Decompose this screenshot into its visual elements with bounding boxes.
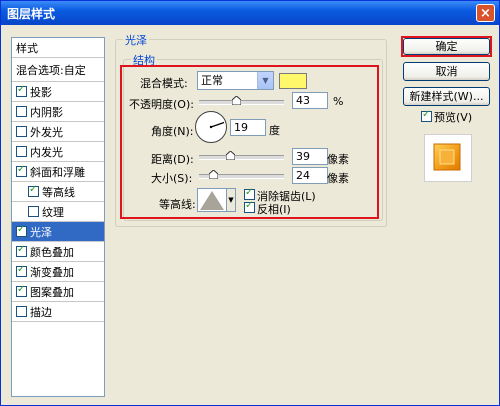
sidebar-item-label: 斜面和浮雕 bbox=[30, 165, 85, 179]
sidebar-item[interactable]: 图案叠加 bbox=[12, 282, 104, 302]
sidebar-item-label: 投影 bbox=[30, 85, 52, 99]
styles-header-label: 样式 bbox=[16, 41, 38, 55]
sidebar-item[interactable]: 斜面和浮雕 bbox=[12, 162, 104, 182]
distance-label: 距离(D): bbox=[151, 153, 194, 166]
sidebar-item-checkbox[interactable] bbox=[28, 184, 39, 197]
contour-curve-icon bbox=[200, 191, 224, 210]
sidebar-item[interactable]: 光泽 bbox=[12, 222, 104, 242]
opacity-slider-track[interactable] bbox=[199, 100, 284, 105]
sidebar-item[interactable]: 纹理 bbox=[12, 202, 104, 222]
antialias-checkbox[interactable] bbox=[244, 187, 255, 200]
sidebar-item[interactable]: 颜色叠加 bbox=[12, 242, 104, 262]
sidebar-item-checkbox[interactable] bbox=[16, 224, 27, 237]
blend-mode-value: 正常 bbox=[201, 74, 223, 87]
angle-dial-needle bbox=[209, 121, 225, 129]
distance-slider-thumb[interactable] bbox=[226, 151, 235, 160]
blend-options-label: 混合选项:自定 bbox=[16, 63, 86, 77]
style-preview-thumbnail bbox=[424, 134, 472, 182]
sidebar-item-checkbox[interactable] bbox=[16, 146, 27, 157]
sidebar-item-checkbox[interactable] bbox=[16, 306, 27, 317]
new-style-button[interactable]: 新建样式(W)... bbox=[403, 87, 490, 106]
sidebar-item[interactable]: 等高线 bbox=[12, 182, 104, 202]
sidebar-item-label: 渐变叠加 bbox=[30, 265, 74, 279]
angle-label: 角度(N): bbox=[151, 125, 194, 138]
angle-unit: 度 bbox=[269, 124, 280, 137]
close-button[interactable]: × bbox=[476, 4, 495, 22]
invert-label: 反相(I) bbox=[257, 203, 291, 216]
sidebar-item-label: 颜色叠加 bbox=[30, 245, 74, 259]
sidebar-item-checkbox[interactable] bbox=[16, 244, 27, 257]
sidebar-item-checkbox[interactable] bbox=[16, 106, 27, 117]
blend-options-item[interactable]: 混合选项:自定 bbox=[12, 58, 104, 82]
satin-color-swatch[interactable] bbox=[279, 73, 307, 89]
preview-checkbox[interactable] bbox=[421, 109, 432, 122]
chevron-down-icon: ▼ bbox=[257, 72, 273, 89]
size-unit: 像素 bbox=[327, 172, 349, 185]
sidebar-item-label: 纹理 bbox=[42, 205, 64, 219]
sidebar-item[interactable]: 内发光 bbox=[12, 142, 104, 162]
sidebar-item-label: 外发光 bbox=[30, 125, 63, 139]
blend-mode-label: 混合模式: bbox=[140, 77, 188, 90]
sidebar-item-checkbox[interactable] bbox=[28, 206, 39, 217]
title-bar[interactable]: 图层样式 × bbox=[1, 1, 499, 25]
sidebar-item-checkbox[interactable] bbox=[16, 284, 27, 297]
contour-dropdown-arrow[interactable]: ▼ bbox=[227, 188, 236, 212]
opacity-input[interactable]: 43 bbox=[292, 92, 328, 109]
sidebar-item-label: 内发光 bbox=[30, 145, 63, 159]
opacity-unit: % bbox=[333, 95, 344, 108]
sidebar-item[interactable]: 投影 bbox=[12, 82, 104, 102]
sidebar-item-label: 图案叠加 bbox=[30, 285, 74, 299]
sidebar-item-label: 内阴影 bbox=[30, 105, 63, 119]
sidebar-item[interactable]: 渐变叠加 bbox=[12, 262, 104, 282]
preview-label: 预览(V) bbox=[434, 111, 473, 124]
distance-unit: 像素 bbox=[327, 153, 349, 166]
styles-list: 样式 混合选项:自定 投影内阴影外发光内发光斜面和浮雕等高线纹理光泽颜色叠加渐变… bbox=[11, 37, 105, 397]
sidebar-item-label: 光泽 bbox=[30, 225, 52, 239]
sidebar-item[interactable]: 描边 bbox=[12, 302, 104, 322]
sidebar-item-checkbox[interactable] bbox=[16, 126, 27, 137]
sidebar-item[interactable]: 内阴影 bbox=[12, 102, 104, 122]
styles-header: 样式 bbox=[12, 38, 104, 58]
preview-swatch-icon bbox=[433, 143, 461, 171]
contour-picker[interactable] bbox=[197, 188, 227, 212]
satin-group-title: 光泽 bbox=[123, 32, 149, 48]
opacity-slider-thumb[interactable] bbox=[232, 96, 241, 105]
cancel-button[interactable]: 取消 bbox=[403, 62, 490, 81]
sidebar-item-checkbox[interactable] bbox=[16, 264, 27, 277]
invert-checkbox[interactable] bbox=[244, 200, 255, 213]
window-title: 图层样式 bbox=[7, 7, 56, 21]
angle-input[interactable]: 19 bbox=[230, 119, 266, 136]
opacity-label: 不透明度(O): bbox=[129, 98, 194, 111]
sidebar-item[interactable]: 外发光 bbox=[12, 122, 104, 142]
contour-label: 等高线: bbox=[159, 198, 196, 211]
sidebar-item-checkbox[interactable] bbox=[16, 84, 27, 97]
distance-slider-track[interactable] bbox=[199, 155, 284, 160]
sidebar-item-label: 等高线 bbox=[42, 185, 75, 199]
layer-style-dialog: 图层样式 × 样式 混合选项:自定 投影内阴影外发光内发光斜面和浮雕等高线纹理光… bbox=[0, 0, 500, 406]
angle-dial[interactable] bbox=[195, 111, 227, 143]
sidebar-item-label: 描边 bbox=[30, 305, 52, 319]
ok-button[interactable]: 确定 bbox=[403, 38, 490, 55]
size-input[interactable]: 24 bbox=[292, 167, 328, 184]
sidebar-item-checkbox[interactable] bbox=[16, 164, 27, 177]
distance-input[interactable]: 39 bbox=[292, 148, 328, 165]
blend-mode-select[interactable]: 正常 ▼ bbox=[197, 71, 274, 90]
size-slider-thumb[interactable] bbox=[209, 170, 218, 179]
size-label: 大小(S): bbox=[151, 172, 193, 185]
